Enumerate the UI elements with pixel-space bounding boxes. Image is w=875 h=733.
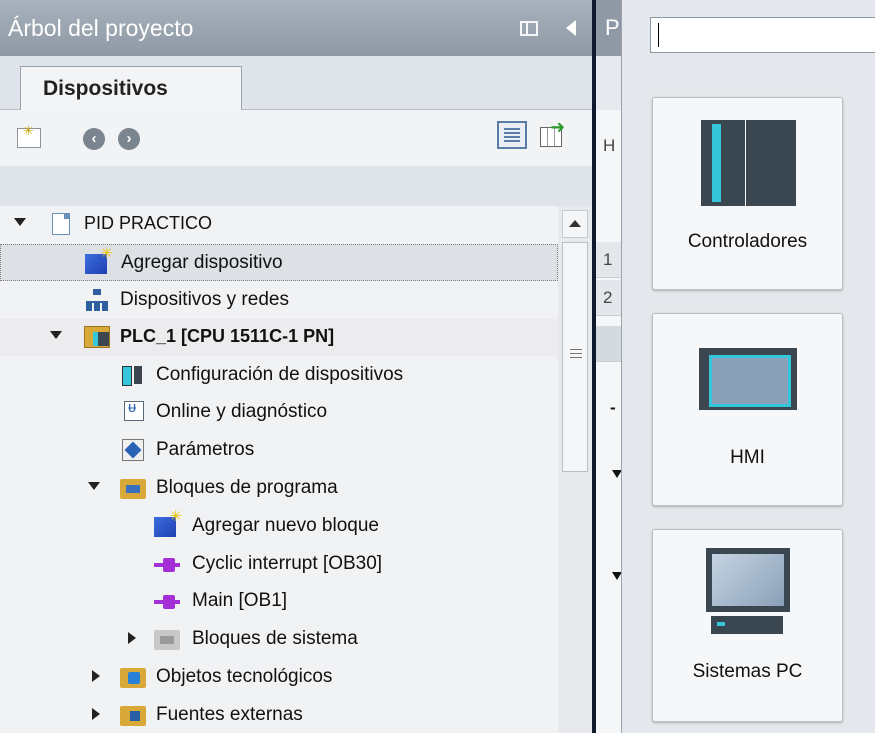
tree-item-label: Objetos tecnológicos <box>156 666 333 687</box>
tree-item-device-config[interactable]: Configuración de dispositivos <box>0 357 558 394</box>
tree-item-label: Agregar nuevo bloque <box>192 515 379 536</box>
tree-item-label: Online y diagnóstico <box>156 401 328 422</box>
tree-item-label: Configuración de dispositivos <box>156 364 404 385</box>
catalog-tile-hmi[interactable]: HMI <box>652 313 843 506</box>
pin-panel-icon[interactable] <box>520 21 538 36</box>
program-blocks-folder-icon <box>120 479 146 499</box>
tree-item-program-blocks[interactable]: Bloques de programa <box>0 470 558 507</box>
tab-devices[interactable]: Dispositivos <box>20 66 242 111</box>
tree-item-label: Parámetros <box>156 439 255 460</box>
tree-item-external-sources[interactable]: Fuentes externas <box>0 697 558 733</box>
tree-item-parameters[interactable]: Parámetros <box>0 432 558 469</box>
tree-item-add-device[interactable]: Agregar dispositivo <box>0 244 558 281</box>
tree-item-label: Main [OB1] <box>192 590 288 611</box>
tree-item-plc1[interactable]: PLC_1 [CPU 1511C-1 PN] <box>0 319 558 356</box>
tab-strip: Dispositivos <box>0 56 592 111</box>
tree-item-add-block[interactable]: Agregar nuevo bloque <box>0 507 558 545</box>
catalog-tile-controllers[interactable]: Controladores <box>652 97 843 290</box>
tree-item-technology-objects[interactable]: Objetos tecnológicos <box>0 659 558 696</box>
expand-arrow-icon[interactable] <box>50 331 62 339</box>
tree-item-main-ob1[interactable]: Main [OB1] <box>0 583 558 620</box>
tree-item-online-diagnostics[interactable]: Online y diagnóstico <box>0 394 558 431</box>
detail-view-icon[interactable] <box>497 121 527 149</box>
external-sources-folder-icon <box>120 706 146 726</box>
pc-system-icon <box>706 548 790 612</box>
device-config-icon <box>122 364 148 386</box>
ob-block-icon <box>154 558 180 572</box>
scroll-up-arrow-icon[interactable] <box>562 210 588 238</box>
back-arrow-icon[interactable]: ‹ <box>83 128 105 150</box>
catalog-tile-label: Controladores <box>687 231 808 252</box>
catalog-search-input[interactable] <box>650 17 875 53</box>
row-number: 2 <box>603 288 613 307</box>
tree-item-cyclic-interrupt[interactable]: Cyclic interrupt [OB30] <box>0 546 558 583</box>
tree-item-label: PID PRACTICO <box>84 213 213 233</box>
collapse-arrow-icon[interactable] <box>92 708 100 720</box>
add-device-icon <box>85 244 113 274</box>
catalog-tile-pc-systems[interactable]: Sistemas PC <box>652 529 843 722</box>
project-tree-panel: Árbol del proyecto Dispositivos ‹ › ➜ PI… <box>0 0 592 733</box>
tree-spacer <box>0 166 592 206</box>
forward-arrow-icon[interactable]: › <box>118 128 140 150</box>
panel-divider[interactable] <box>592 0 596 733</box>
parameters-icon <box>122 439 144 461</box>
controller-icon-body <box>746 120 796 206</box>
tree-item-devices-networks[interactable]: Dispositivos y redes <box>0 282 558 319</box>
project-tree: PID PRACTICO Agregar dispositivo Disposi… <box>0 206 558 733</box>
tree-item-label: Fuentes externas <box>156 704 303 725</box>
controller-icon <box>701 120 745 206</box>
tree-scrollbar[interactable] <box>558 206 592 733</box>
devices-networks-icon <box>86 289 108 311</box>
tree-item-label: Bloques de programa <box>156 477 338 498</box>
system-blocks-folder-icon <box>154 630 180 650</box>
project-tree-title: Árbol del proyecto <box>8 15 194 41</box>
row-number: 1 <box>603 250 613 269</box>
collapse-arrow-icon[interactable] <box>128 632 136 644</box>
tree-item-label: PLC_1 [CPU 1511C-1 PN] <box>120 326 335 346</box>
editor-dash: - <box>610 398 616 417</box>
table-export-icon[interactable]: ➜ <box>540 117 568 149</box>
tree-item-label: Dispositivos y redes <box>120 289 289 310</box>
add-block-icon <box>154 507 182 537</box>
tree-item-label: Bloques de sistema <box>192 628 358 649</box>
scrollbar-thumb[interactable] <box>562 242 588 472</box>
tree-item-system-blocks[interactable]: Bloques de sistema <box>0 621 558 658</box>
online-diagnostics-icon <box>124 399 144 421</box>
grip-icon <box>570 349 582 359</box>
pc-base-icon <box>711 616 783 634</box>
tree-item-label: Agregar dispositivo <box>121 252 283 273</box>
expand-arrow-icon[interactable] <box>14 218 26 226</box>
new-item-icon[interactable] <box>17 123 41 148</box>
tab-devices-label: Dispositivos <box>43 77 168 100</box>
project-icon <box>52 213 70 235</box>
tree-toolbar: ‹ › ➜ <box>0 110 592 166</box>
editor-row <box>596 326 622 362</box>
catalog-tile-label: HMI <box>730 447 765 468</box>
expand-arrow-icon[interactable] <box>88 482 100 490</box>
catalog-tile-label: Sistemas PC <box>692 661 803 682</box>
hmi-icon <box>699 348 797 410</box>
editor-content <box>596 110 622 733</box>
collapse-arrow-icon[interactable] <box>92 670 100 682</box>
tree-item-pid-practico[interactable]: PID PRACTICO <box>0 206 558 243</box>
tree-item-label: Cyclic interrupt [OB30] <box>192 553 383 574</box>
collapse-panel-icon[interactable] <box>566 20 576 36</box>
editor-toolbar-text: H <box>603 136 616 155</box>
ob-block-icon <box>154 595 180 609</box>
project-tree-header: Árbol del proyecto <box>0 0 592 56</box>
editor-header-title: P <box>605 15 620 40</box>
text-caret <box>658 23 659 47</box>
plc-icon <box>84 326 110 348</box>
technology-objects-folder-icon <box>120 668 146 688</box>
